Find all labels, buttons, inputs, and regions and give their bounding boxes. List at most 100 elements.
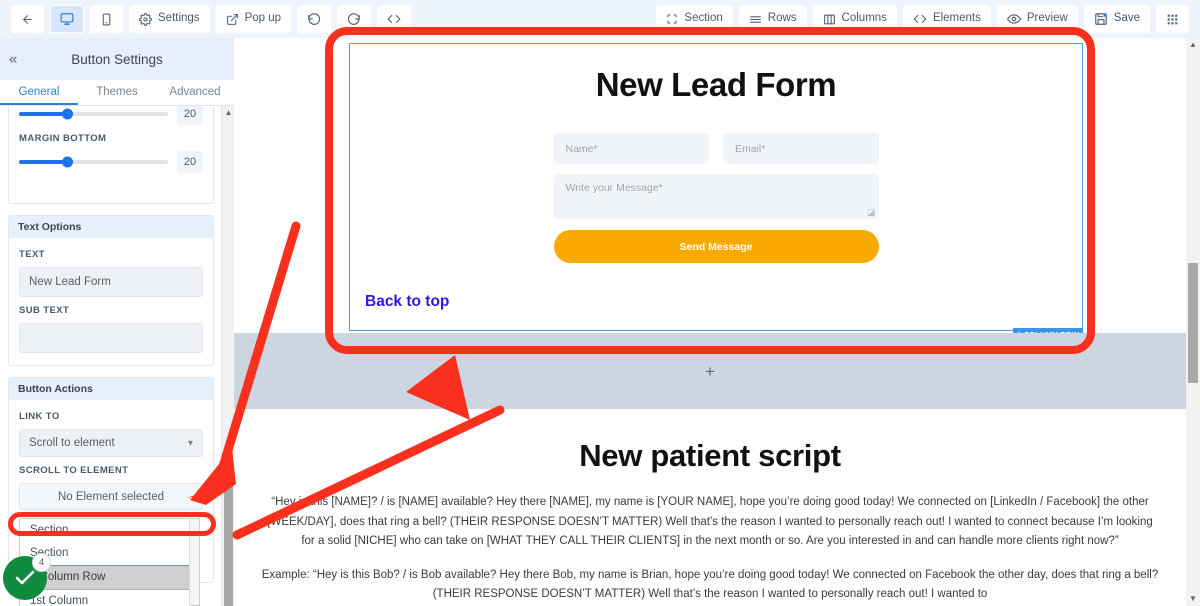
grid-menu-button[interactable] [1156,5,1189,33]
tab-general[interactable]: General [0,80,78,105]
crop-icon [666,13,678,25]
slider-fill [19,160,67,164]
text-input[interactable]: New Lead Form [19,267,203,297]
slider-fill [19,112,67,116]
undo-icon [307,12,321,26]
dropdown-item-1st-column[interactable]: 1st Column [20,590,199,606]
text-field-label: TEXT [19,249,45,260]
add-section-band[interactable]: + [234,333,1186,409]
back-button[interactable] [11,5,44,33]
message-placeholder: Write your Message* [565,182,663,194]
canvas-scrollbar[interactable]: ▲ ▼ [1186,38,1200,606]
lead-form-fields: Name* Email* Write your Message* ◪ Send … [553,133,879,263]
message-textarea[interactable]: Write your Message* ◪ [553,174,879,219]
margin-bottom-value[interactable]: 20 [177,151,203,173]
add-section-button[interactable]: Section [656,5,733,33]
margin-top-slider[interactable] [19,108,168,120]
desktop-icon [60,12,74,26]
rows-label: Rows [767,12,797,25]
back-to-top-link[interactable]: Back to top [365,293,449,311]
code-icon [387,12,401,26]
resize-grip-icon[interactable]: ◪ [867,208,876,217]
sidebar-header: « Button Settings [0,38,234,80]
margin-top-slider-row: 20 [19,106,203,125]
send-message-button[interactable]: Send Message [553,230,879,263]
tab-advanced[interactable]: Advanced [156,80,234,105]
arrow-left-icon [21,13,34,26]
settings-button[interactable]: Settings [129,5,210,33]
undo-button[interactable] [297,5,332,33]
spacing-card: 20 MARGIN BOTTOM 20 [8,106,214,204]
sidebar-tabs: General Themes Advanced [0,80,234,106]
scroll-to-element-button[interactable]: No Element selected [19,483,203,510]
save-icon [1094,12,1108,26]
link-to-select[interactable]: Scroll to element ▾ [19,429,203,457]
canvas-scroll-down-icon[interactable]: ▼ [1186,592,1200,606]
scroll-up-arrow-icon[interactable]: ▲ [222,106,234,119]
text-options-card: Text Options TEXT New Lead Form SUB TEXT [8,215,214,366]
margin-bottom-slider-row: 20 [19,151,203,173]
chevron-down-icon: ▾ [187,437,193,449]
section-label: Section [684,12,723,25]
add-columns-button[interactable]: Columns [812,5,897,33]
dropdown-item-section-1[interactable]: Section [20,519,199,542]
chevron-double-left-icon[interactable]: « [9,52,17,67]
columns-icon [823,13,836,26]
external-link-icon [226,13,239,26]
name-input[interactable]: Name* [553,133,709,164]
preview-button[interactable]: Preview [996,5,1078,33]
margin-bottom-slider[interactable] [19,156,168,168]
gear-icon [139,12,152,26]
patient-script-section[interactable]: New patient script “Hey is this [NAME]? … [234,409,1186,606]
mobile-icon [100,13,113,26]
scroll-to-element-label: SCROLL TO ELEMENT [19,465,129,476]
link-to-value: Scroll to element [29,437,115,449]
grid-icon [1166,13,1179,26]
check-icon [13,566,37,590]
dropdown-scrollbar[interactable]: ▼ [189,519,199,606]
sidebar-scrollbar-thumb[interactable] [224,468,233,606]
code-icon [913,12,927,26]
slider-knob[interactable] [61,156,73,168]
redo-icon [347,12,361,26]
elements-label: Elements [932,12,981,25]
settings-label: Settings [158,12,200,25]
name-email-row: Name* Email* [553,133,879,164]
tab-themes[interactable]: Themes [78,80,156,105]
top-toolbar: Settings Pop up Section Rows Columns Ele… [0,0,1200,38]
sidebar-scrollbar[interactable]: ▲ ▼ [221,106,234,606]
margin-bottom-label: MARGIN BOTTOM [19,133,107,144]
popup-label: Pop up [244,12,282,25]
canvas-scroll-up-icon[interactable]: ▲ [1186,38,1200,52]
slider-knob[interactable] [61,108,73,120]
patient-script-paragraph-1: “Hey is this [NAME]? / is [NAME] availab… [267,496,1153,547]
preview-label: Preview [1026,12,1068,25]
patient-script-paragraph-2: Example: “Hey is this Bob? / is Bob avai… [261,568,1159,601]
code-view-button[interactable] [377,5,412,33]
button-actions-title: Button Actions [9,378,213,400]
sub-text-input[interactable] [19,323,203,353]
mobile-view-button[interactable] [90,5,123,33]
link-to-label: LINK TO [19,411,60,422]
sub-text-field-label: SUB TEXT [19,305,70,316]
page-root: Settings Pop up Section Rows Columns Ele… [0,0,1200,606]
desktop-view-button[interactable] [50,5,84,33]
redo-button[interactable] [337,5,372,33]
patient-script-title: New patient script [579,438,841,473]
canvas-scrollbar-thumb[interactable] [1188,263,1198,383]
save-button[interactable]: Save [1083,5,1150,33]
badge-count: 4 [32,553,51,572]
lead-form-section[interactable]: New Lead Form Name* Email* Write your Me… [349,43,1083,341]
add-rows-button[interactable]: Rows [738,5,807,33]
popup-button[interactable]: Pop up [215,5,292,33]
email-input[interactable]: Email* [723,133,879,164]
margin-top-value[interactable]: 20 [177,106,203,125]
button-settings-sidebar: « Button Settings General Themes Advance… [0,38,234,606]
page-canvas: New Lead Form Name* Email* Write your Me… [234,38,1186,606]
add-elements-button[interactable]: Elements [902,5,991,33]
lead-form-title: New Lead Form [595,66,837,103]
canvas-gutter [234,38,349,333]
plus-icon[interactable]: + [705,363,715,380]
eye-icon [1006,12,1021,26]
text-options-title: Text Options [9,216,213,238]
